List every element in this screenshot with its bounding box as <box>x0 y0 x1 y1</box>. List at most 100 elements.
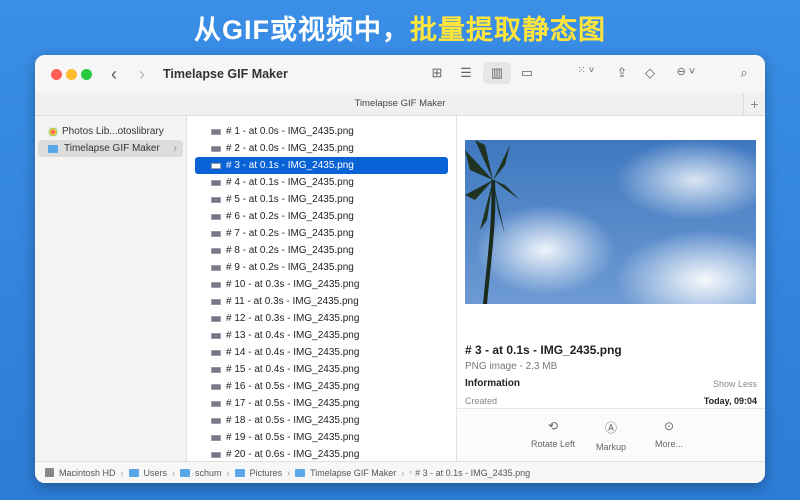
gallery-view-icon[interactable]: ▭ <box>516 65 538 81</box>
disk-icon <box>45 468 54 477</box>
list-view-icon[interactable]: ☰ <box>455 65 477 81</box>
file-row[interactable]: # 19 - at 0.5s - IMG_2435.png <box>195 429 448 446</box>
file-name: # 13 - at 0.4s - IMG_2435.png <box>226 330 360 341</box>
photos-icon <box>48 126 58 137</box>
file-row[interactable]: # 8 - at 0.2s - IMG_2435.png <box>195 242 448 259</box>
file-name: # 9 - at 0.2s - IMG_2435.png <box>226 262 354 273</box>
png-file-icon <box>211 366 221 373</box>
share-icon[interactable]: ⇪ <box>611 65 633 81</box>
search-icon[interactable]: ⌕ <box>733 65 755 81</box>
png-file-icon <box>211 332 221 339</box>
file-row[interactable]: # 7 - at 0.2s - IMG_2435.png <box>195 225 448 242</box>
file-name: # 11 - at 0.3s - IMG_2435.png <box>226 296 359 307</box>
png-file-icon <box>211 128 221 135</box>
preview-filename: # 3 - at 0.1s - IMG_2435.png <box>465 343 622 357</box>
headline: 从GIF或视频中，批量提取静态图 <box>0 8 800 47</box>
rotate-left-button[interactable]: ⟲ Rotate Left <box>523 419 583 449</box>
sidebar-item-label: Photos Lib...otoslibrary <box>62 126 164 137</box>
file-row[interactable]: # 4 - at 0.1s - IMG_2435.png <box>195 174 448 191</box>
png-file-icon <box>211 434 221 441</box>
column-view-icon[interactable]: ▥ <box>483 62 511 84</box>
png-file-icon <box>211 230 221 237</box>
file-row[interactable]: # 18 - at 0.5s - IMG_2435.png <box>195 412 448 429</box>
file-name: # 12 - at 0.3s - IMG_2435.png <box>226 313 360 324</box>
sidebar-item-label: Timelapse GIF Maker <box>64 143 160 154</box>
sidebar-item-photos-library[interactable]: Photos Lib...otoslibrary <box>38 123 183 140</box>
file-row[interactable]: # 15 - at 0.4s - IMG_2435.png <box>195 361 448 378</box>
file-name: # 10 - at 0.3s - IMG_2435.png <box>226 279 360 290</box>
file-row[interactable]: # 12 - at 0.3s - IMG_2435.png <box>195 310 448 327</box>
chevron-right-icon: › <box>173 143 177 154</box>
path-item[interactable]: Users <box>144 468 168 478</box>
png-file-icon <box>211 417 221 424</box>
png-file-icon <box>211 383 221 390</box>
window-title: Timelapse GIF Maker <box>163 67 288 81</box>
folder-icon <box>128 468 139 477</box>
created-value: Today, 09:04 <box>703 396 757 406</box>
file-row[interactable]: # 3 - at 0.1s - IMG_2435.png <box>195 157 448 174</box>
file-row[interactable]: # 6 - at 0.2s - IMG_2435.png <box>195 208 448 225</box>
file-name: # 19 - at 0.5s - IMG_2435.png <box>226 432 360 443</box>
icon-view-icon[interactable]: ⊞ <box>426 65 448 81</box>
preview-pane: # 3 - at 0.1s - IMG_2435.png PNG image -… <box>457 116 765 461</box>
file-row[interactable]: # 5 - at 0.1s - IMG_2435.png <box>195 191 448 208</box>
group-icon[interactable]: ⁙ ˅ <box>571 65 601 76</box>
finder-window: ‹ › Timelapse GIF Maker ⊞ ☰ ▥ ▭ ⁙ ˅ ⇪ ◇ … <box>35 55 765 483</box>
minimize-button[interactable] <box>66 69 77 80</box>
folder-icon <box>180 468 191 477</box>
file-list: # 1 - at 0.0s - IMG_2435.png # 2 - at 0.0… <box>187 116 457 461</box>
more-icon: ⊙ <box>663 419 675 433</box>
sidebar: Photos Lib...otoslibrary Timelapse GIF M… <box>35 116 187 461</box>
path-item[interactable]: Pictures <box>250 468 283 478</box>
file-icon: ▫ <box>409 468 413 477</box>
markup-button[interactable]: Ⓐ Markup <box>581 419 641 452</box>
file-name: # 18 - at 0.5s - IMG_2435.png <box>226 415 360 426</box>
file-row[interactable]: # 13 - at 0.4s - IMG_2435.png <box>195 327 448 344</box>
more-button[interactable]: ⊙ More... <box>639 419 699 449</box>
sidebar-item-timelapse[interactable]: Timelapse GIF Maker › <box>38 140 183 157</box>
close-button[interactable] <box>51 69 62 80</box>
tab-timelapse[interactable]: Timelapse GIF Maker <box>355 98 446 109</box>
action-label: Markup <box>595 442 626 452</box>
file-row[interactable]: # 2 - at 0.0s - IMG_2435.png <box>195 140 448 157</box>
path-item[interactable]: schum <box>195 468 222 478</box>
file-name: # 8 - at 0.2s - IMG_2435.png <box>226 245 354 256</box>
png-file-icon <box>211 281 221 288</box>
action-label: Rotate Left <box>530 439 576 449</box>
path-item[interactable]: Timelapse GIF Maker <box>310 468 396 478</box>
file-row[interactable]: # 14 - at 0.4s - IMG_2435.png <box>195 344 448 361</box>
path-bar: Macintosh HD › Users › schum › Pictures › Ti… <box>35 461 765 483</box>
path-item[interactable]: Macintosh HD <box>59 468 116 478</box>
file-name: # 14 - at 0.4s - IMG_2435.png <box>226 347 360 358</box>
png-file-icon <box>211 400 221 407</box>
quick-actions: ⟲ Rotate Left Ⓐ Markup ⊙ More... <box>457 408 765 461</box>
tab-bar: Timelapse GIF Maker + <box>35 93 765 116</box>
file-row[interactable]: # 9 - at 0.2s - IMG_2435.png <box>195 259 448 276</box>
headline-text: 从GIF或视频中， <box>194 15 410 45</box>
file-row[interactable]: # 10 - at 0.3s - IMG_2435.png <box>195 276 448 293</box>
folder-icon <box>48 144 58 153</box>
file-row[interactable]: # 11 - at 0.3s - IMG_2435.png <box>195 293 448 310</box>
file-name: # 2 - at 0.0s - IMG_2435.png <box>226 143 354 154</box>
file-row[interactable]: # 17 - at 0.5s - IMG_2435.png <box>195 395 448 412</box>
path-item[interactable]: # 3 - at 0.1s - IMG_2435.png <box>415 468 530 478</box>
preview-filetype: PNG image - 2.3 MB <box>465 361 558 372</box>
file-name: # 1 - at 0.0s - IMG_2435.png <box>226 126 354 137</box>
file-name: # 15 - at 0.4s - IMG_2435.png <box>226 364 360 375</box>
zoom-button[interactable] <box>81 69 92 80</box>
folder-icon <box>295 468 306 477</box>
show-less-link[interactable]: Show Less <box>713 379 757 389</box>
png-file-icon <box>211 145 221 152</box>
folder-icon <box>234 468 245 477</box>
rotate-left-icon: ⟲ <box>547 419 559 433</box>
file-row[interactable]: # 16 - at 0.5s - IMG_2435.png <box>195 378 448 395</box>
png-file-icon <box>211 264 221 271</box>
file-name: # 3 - at 0.1s - IMG_2435.png <box>226 160 354 171</box>
file-name: # 5 - at 0.1s - IMG_2435.png <box>226 194 354 205</box>
new-tab-button[interactable]: + <box>743 93 765 116</box>
file-row[interactable]: # 1 - at 0.0s - IMG_2435.png <box>195 123 448 140</box>
forward-icon[interactable]: › <box>139 64 145 85</box>
back-icon[interactable]: ‹ <box>111 64 117 85</box>
more-actions-icon[interactable]: ⊖ ˅ <box>671 65 701 78</box>
tag-icon[interactable]: ◇ <box>639 65 661 81</box>
